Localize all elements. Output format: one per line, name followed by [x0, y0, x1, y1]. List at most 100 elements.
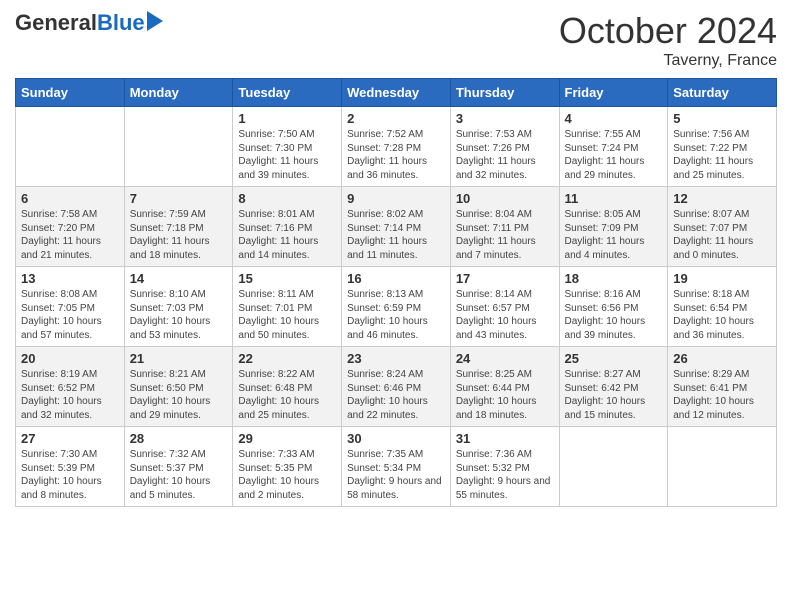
day-info: Sunrise: 8:11 AM Sunset: 7:01 PM Dayligh… [238, 288, 336, 342]
day-info: Sunrise: 7:53 AM Sunset: 7:26 PM Dayligh… [456, 128, 554, 182]
calendar-header-row: SundayMondayTuesdayWednesdayThursdayFrid… [16, 79, 777, 107]
day-number: 12 [673, 191, 771, 206]
day-info: Sunrise: 8:21 AM Sunset: 6:50 PM Dayligh… [130, 368, 228, 422]
day-number: 22 [238, 351, 336, 366]
calendar-cell: 23 Sunrise: 8:24 AM Sunset: 6:46 PM Dayli… [342, 347, 451, 427]
weekday-header: Monday [124, 79, 233, 107]
weekday-header: Saturday [668, 79, 777, 107]
day-info: Sunrise: 8:13 AM Sunset: 6:59 PM Dayligh… [347, 288, 445, 342]
day-number: 13 [21, 271, 119, 286]
day-number: 29 [238, 431, 336, 446]
day-number: 17 [456, 271, 554, 286]
day-info: Sunrise: 7:59 AM Sunset: 7:18 PM Dayligh… [130, 208, 228, 262]
calendar-cell: 26Sunrise: 8:29 AM Sunset: 6:41 PM Dayli… [668, 347, 777, 427]
day-number: 5 [673, 111, 771, 126]
day-number: 9 [347, 191, 445, 206]
calendar-cell: 11 Sunrise: 8:05 AM Sunset: 7:09 PM Dayli… [559, 187, 668, 267]
calendar-cell: 6 Sunrise: 7:58 AM Sunset: 7:20 PM Daylig… [16, 187, 125, 267]
month-title: October 2024 Taverny, France [559, 10, 777, 70]
day-info: Sunrise: 8:07 AM Sunset: 7:07 PM Dayligh… [673, 208, 771, 262]
day-number: 1 [238, 111, 336, 126]
calendar-cell: 25Sunrise: 8:27 AM Sunset: 6:42 PM Dayli… [559, 347, 668, 427]
day-number: 18 [565, 271, 663, 286]
calendar-cell: 30Sunrise: 7:35 AM Sunset: 5:34 PM Dayli… [342, 427, 451, 507]
calendar-cell: 20Sunrise: 8:19 AM Sunset: 6:52 PM Dayli… [16, 347, 125, 427]
day-number: 21 [130, 351, 228, 366]
weekday-header: Thursday [450, 79, 559, 107]
calendar-cell: 19Sunrise: 8:18 AM Sunset: 6:54 PM Dayli… [668, 267, 777, 347]
weekday-header: Wednesday [342, 79, 451, 107]
day-info: Sunrise: 7:52 AM Sunset: 7:28 PM Dayligh… [347, 128, 445, 182]
day-info: Sunrise: 8:10 AM Sunset: 7:03 PM Dayligh… [130, 288, 228, 342]
calendar-cell: 12 Sunrise: 8:07 AM Sunset: 7:07 PM Dayli… [668, 187, 777, 267]
day-number: 10 [456, 191, 554, 206]
day-number: 30 [347, 431, 445, 446]
calendar-cell: 7 Sunrise: 7:59 AM Sunset: 7:18 PM Daylig… [124, 187, 233, 267]
day-number: 23 [347, 351, 445, 366]
logo: General Blue [15, 10, 163, 36]
day-number: 28 [130, 431, 228, 446]
weekday-header: Friday [559, 79, 668, 107]
day-info: Sunrise: 8:25 AM Sunset: 6:44 PM Dayligh… [456, 368, 554, 422]
day-info: Sunrise: 7:56 AM Sunset: 7:22 PM Dayligh… [673, 128, 771, 182]
calendar-cell: 17 Sunrise: 8:14 AM Sunset: 6:57 PM Dayli… [450, 267, 559, 347]
calendar-cell: 9 Sunrise: 8:02 AM Sunset: 7:14 PM Daylig… [342, 187, 451, 267]
calendar-week-row: 20Sunrise: 8:19 AM Sunset: 6:52 PM Dayli… [16, 347, 777, 427]
day-info: Sunrise: 8:24 AM Sunset: 6:46 PM Dayligh… [347, 368, 445, 422]
calendar-table: SundayMondayTuesdayWednesdayThursdayFrid… [15, 78, 777, 507]
logo-arrow-icon [147, 11, 163, 31]
calendar-cell: 16 Sunrise: 8:13 AM Sunset: 6:59 PM Dayli… [342, 267, 451, 347]
day-info: Sunrise: 8:22 AM Sunset: 6:48 PM Dayligh… [238, 368, 336, 422]
day-info: Sunrise: 8:02 AM Sunset: 7:14 PM Dayligh… [347, 208, 445, 262]
day-info: Sunrise: 8:08 AM Sunset: 7:05 PM Dayligh… [21, 288, 119, 342]
day-info: Sunrise: 8:01 AM Sunset: 7:16 PM Dayligh… [238, 208, 336, 262]
calendar-cell [124, 107, 233, 187]
calendar-cell [16, 107, 125, 187]
calendar-cell: 2Sunrise: 7:52 AM Sunset: 7:28 PM Daylig… [342, 107, 451, 187]
calendar-cell: 3 Sunrise: 7:53 AM Sunset: 7:26 PM Daylig… [450, 107, 559, 187]
calendar-week-row: 13 Sunrise: 8:08 AM Sunset: 7:05 PM Dayli… [16, 267, 777, 347]
day-info: Sunrise: 7:55 AM Sunset: 7:24 PM Dayligh… [565, 128, 663, 182]
calendar-cell: 28 Sunrise: 7:32 AM Sunset: 5:37 PM Dayli… [124, 427, 233, 507]
logo-blue-text: Blue [97, 10, 145, 36]
day-info: Sunrise: 8:05 AM Sunset: 7:09 PM Dayligh… [565, 208, 663, 262]
calendar-cell [559, 427, 668, 507]
calendar-cell: 5 Sunrise: 7:56 AM Sunset: 7:22 PM Daylig… [668, 107, 777, 187]
day-info: Sunrise: 8:29 AM Sunset: 6:41 PM Dayligh… [673, 368, 771, 422]
calendar-cell: 1 Sunrise: 7:50 AM Sunset: 7:30 PM Daylig… [233, 107, 342, 187]
calendar-cell: 18 Sunrise: 8:16 AM Sunset: 6:56 PM Dayli… [559, 267, 668, 347]
day-info: Sunrise: 8:16 AM Sunset: 6:56 PM Dayligh… [565, 288, 663, 342]
month-year-heading: October 2024 [559, 10, 777, 52]
day-number: 4 [565, 111, 663, 126]
calendar-cell [668, 427, 777, 507]
weekday-header: Sunday [16, 79, 125, 107]
day-number: 19 [673, 271, 771, 286]
day-info: Sunrise: 7:33 AM Sunset: 5:35 PM Dayligh… [238, 448, 336, 502]
calendar-cell: 22 Sunrise: 8:22 AM Sunset: 6:48 PM Dayli… [233, 347, 342, 427]
day-info: Sunrise: 8:14 AM Sunset: 6:57 PM Dayligh… [456, 288, 554, 342]
location-heading: Taverny, France [559, 52, 777, 70]
day-number: 3 [456, 111, 554, 126]
calendar-week-row: 6 Sunrise: 7:58 AM Sunset: 7:20 PM Daylig… [16, 187, 777, 267]
day-info: Sunrise: 7:32 AM Sunset: 5:37 PM Dayligh… [130, 448, 228, 502]
day-number: 25 [565, 351, 663, 366]
day-info: Sunrise: 7:30 AM Sunset: 5:39 PM Dayligh… [21, 448, 119, 502]
day-info: Sunrise: 7:58 AM Sunset: 7:20 PM Dayligh… [21, 208, 119, 262]
day-info: Sunrise: 8:04 AM Sunset: 7:11 PM Dayligh… [456, 208, 554, 262]
weekday-header: Tuesday [233, 79, 342, 107]
day-number: 6 [21, 191, 119, 206]
day-number: 16 [347, 271, 445, 286]
calendar-week-row: 27 Sunrise: 7:30 AM Sunset: 5:39 PM Dayli… [16, 427, 777, 507]
day-number: 24 [456, 351, 554, 366]
page-header: General Blue October 2024 Taverny, Franc… [15, 10, 777, 70]
day-number: 8 [238, 191, 336, 206]
day-number: 27 [21, 431, 119, 446]
day-number: 11 [565, 191, 663, 206]
calendar-cell: 14Sunrise: 8:10 AM Sunset: 7:03 PM Dayli… [124, 267, 233, 347]
calendar-cell: 24 Sunrise: 8:25 AM Sunset: 6:44 PM Dayli… [450, 347, 559, 427]
day-info: Sunrise: 7:50 AM Sunset: 7:30 PM Dayligh… [238, 128, 336, 182]
calendar-cell: 15Sunrise: 8:11 AM Sunset: 7:01 PM Dayli… [233, 267, 342, 347]
day-number: 7 [130, 191, 228, 206]
calendar-cell: 13 Sunrise: 8:08 AM Sunset: 7:05 PM Dayli… [16, 267, 125, 347]
day-info: Sunrise: 8:19 AM Sunset: 6:52 PM Dayligh… [21, 368, 119, 422]
